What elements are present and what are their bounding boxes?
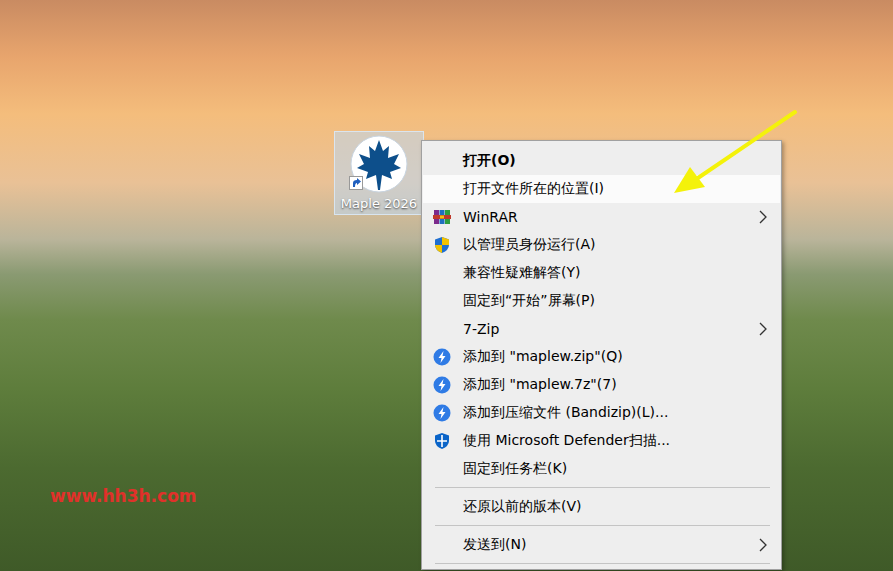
bandizip-icon — [433, 404, 451, 422]
menu-item-label: 使用 Microsoft Defender扫描... — [463, 432, 768, 450]
uac-shield-icon — [433, 236, 451, 254]
menu-item-label: 兼容性疑难解答(Y) — [463, 264, 768, 282]
desktop: Maple 2026 www.hh3h.com 打开(O) 打开文件所在的位置(… — [0, 0, 893, 571]
watermark: www.hh3h.com — [50, 486, 197, 506]
desktop-icon[interactable]: Maple 2026 — [334, 131, 424, 215]
menu-item[interactable]: 添加到压缩文件 (Bandizip)(L)... — [423, 399, 780, 427]
menu-item[interactable]: 7-Zip — [423, 315, 780, 343]
submenu-chevron-icon — [758, 322, 768, 336]
menu-item-label: 发送到(N) — [463, 536, 758, 554]
menu-item[interactable]: WinRAR — [423, 203, 780, 231]
annotation-arrow-icon — [0, 0, 893, 571]
shortcut-arrow-icon — [349, 176, 363, 190]
menu-item[interactable]: 固定到“开始”屏幕(P) — [423, 287, 780, 315]
menu-item[interactable]: 发送到(N) — [423, 531, 780, 559]
menu-item-label: 7-Zip — [463, 321, 758, 337]
desktop-icon-label: Maple 2026 — [341, 196, 417, 211]
winrar-icon — [433, 208, 451, 226]
menu-item-label: WinRAR — [463, 209, 758, 225]
menu-separator — [435, 525, 770, 526]
menu-item-label: 还原以前的版本(V) — [463, 498, 768, 516]
menu-item[interactable]: 兼容性疑难解答(Y) — [423, 259, 780, 287]
bandizip-icon — [433, 376, 451, 394]
menu-item-label: 以管理员身份运行(A) — [463, 236, 768, 254]
submenu-chevron-icon — [758, 210, 768, 224]
menu-item-label: 固定到“开始”屏幕(P) — [463, 292, 768, 310]
menu-item-label: 固定到任务栏(K) — [463, 460, 768, 478]
menu-item-label: 打开文件所在的位置(I) — [463, 180, 768, 198]
menu-item-label: 添加到 "maplew.zip"(Q) — [463, 348, 768, 366]
menu-separator — [435, 563, 770, 564]
menu-item[interactable]: 以管理员身份运行(A) — [423, 231, 780, 259]
menu-item-label: 添加到压缩文件 (Bandizip)(L)... — [463, 404, 768, 422]
menu-item[interactable]: 固定到任务栏(K) — [423, 455, 780, 483]
menu-item-label: 打开(O) — [463, 152, 768, 170]
bandizip-icon — [433, 348, 451, 366]
menu-item[interactable]: 添加到 "maplew.7z"(7) — [423, 371, 780, 399]
menu-item[interactable]: 打开(O) — [423, 147, 780, 175]
menu-item[interactable]: 打开文件所在的位置(I) — [423, 175, 780, 203]
submenu-chevron-icon — [758, 538, 768, 552]
menu-item-label: 添加到 "maplew.7z"(7) — [463, 376, 768, 394]
context-menu: 打开(O) 打开文件所在的位置(I) WinRAR 以管理员身份运行(A) 兼容… — [421, 140, 782, 570]
menu-item[interactable]: 添加到 "maplew.zip"(Q) — [423, 343, 780, 371]
menu-separator — [435, 487, 770, 488]
menu-item[interactable]: 使用 Microsoft Defender扫描... — [423, 427, 780, 455]
defender-shield-icon — [433, 432, 451, 450]
menu-item[interactable]: 还原以前的版本(V) — [423, 493, 780, 521]
